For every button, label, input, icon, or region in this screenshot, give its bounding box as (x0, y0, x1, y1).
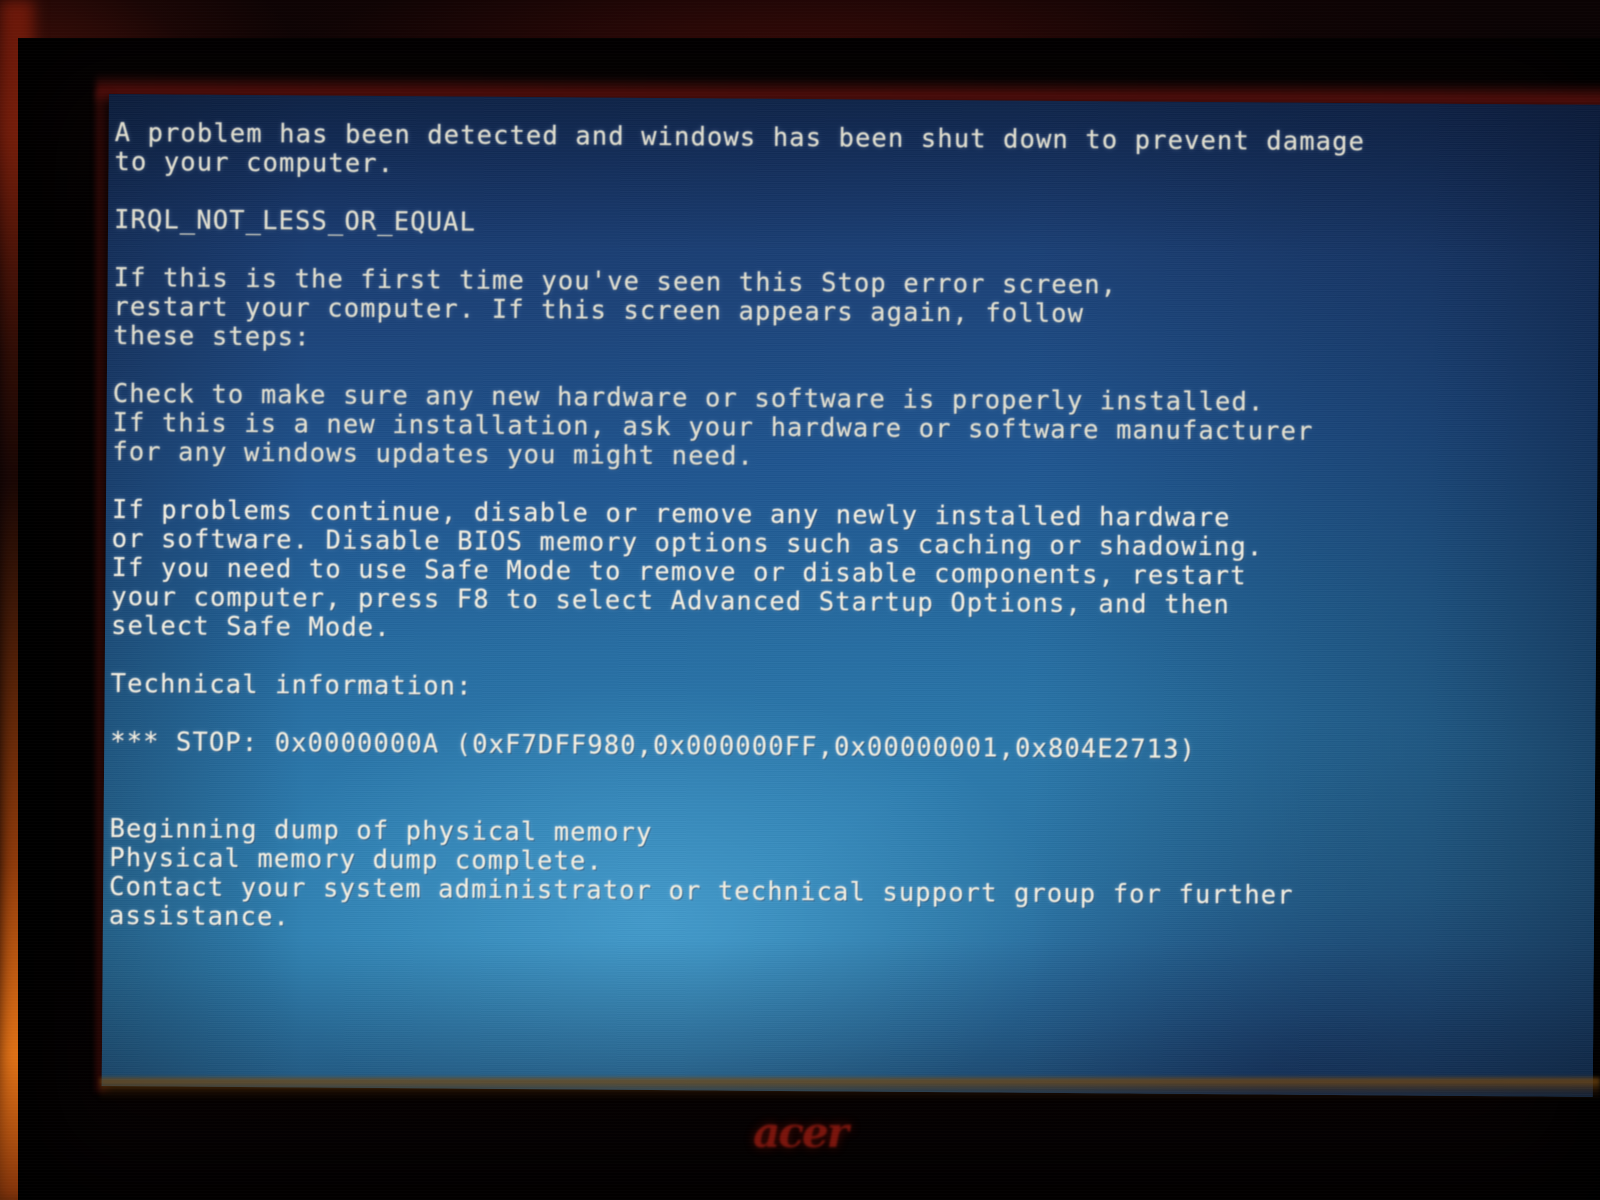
lcd-screen: A problem has been detected and windows … (101, 94, 1600, 1097)
bezel-rim-bottom (100, 1078, 1600, 1100)
laptop-photo: A problem has been detected and windows … (0, 0, 1600, 1200)
acer-brand-logo: acer (753, 1108, 849, 1157)
bsod-message-text: A problem has been detected and windows … (109, 118, 1600, 943)
